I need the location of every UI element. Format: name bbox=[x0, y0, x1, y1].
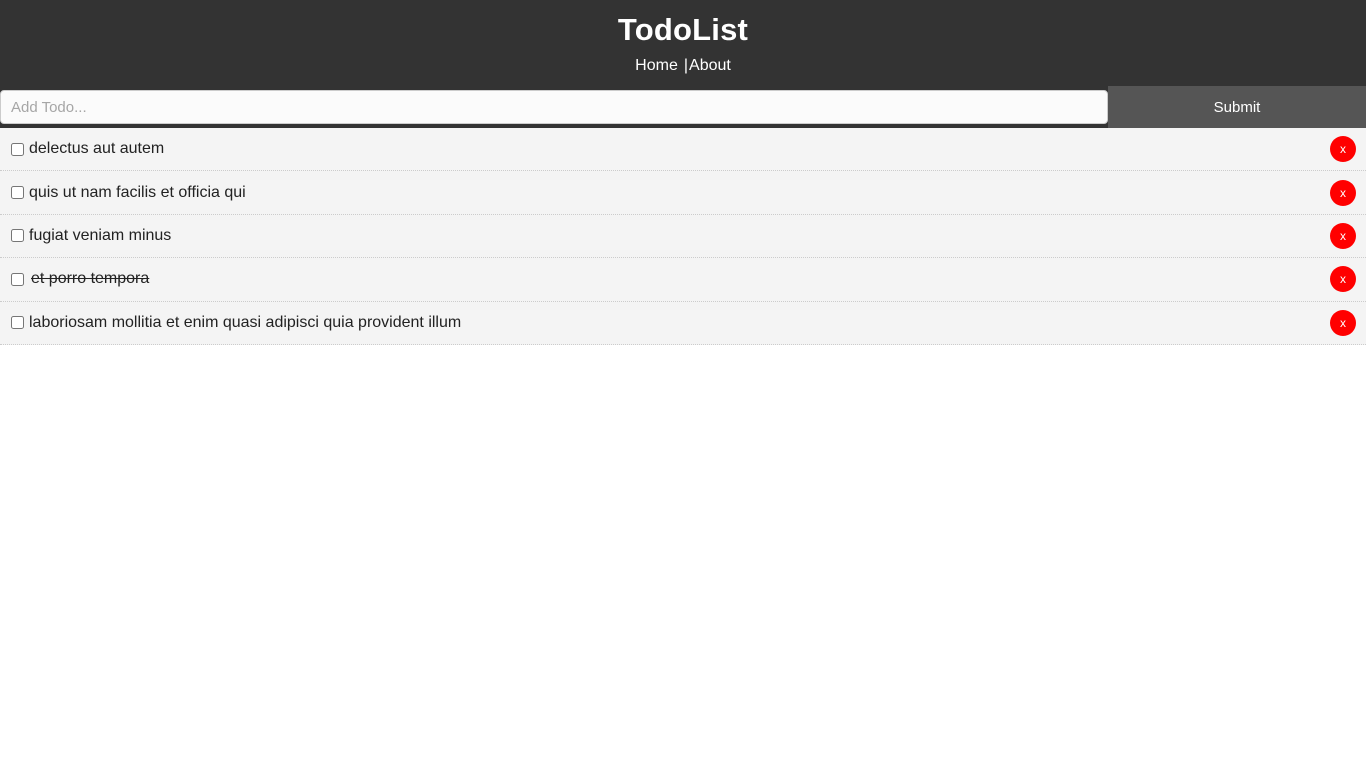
todo-text-label: et porro tempora bbox=[31, 270, 150, 288]
todo-text: fugiat veniam minus bbox=[29, 226, 172, 244]
delete-todo-button[interactable]: x bbox=[1330, 266, 1356, 293]
todo-item: et porro tempora x bbox=[0, 258, 1366, 302]
todo-text: quis ut nam facilis et officia qui bbox=[29, 183, 246, 201]
delete-todo-button[interactable]: x bbox=[1330, 136, 1356, 163]
add-todo-form: Submit bbox=[0, 86, 1366, 128]
todo-checkbox[interactable] bbox=[11, 316, 24, 330]
todo-item: laboriosam mollitia et enim quasi adipis… bbox=[0, 301, 1366, 345]
delete-todo-button[interactable]: x bbox=[1330, 179, 1356, 206]
todo-text-strikethrough: et porro tempora bbox=[24, 269, 149, 289]
delete-todo-button[interactable]: x bbox=[1330, 222, 1356, 249]
add-todo-input[interactable] bbox=[0, 90, 1108, 124]
main-nav: Home |About bbox=[0, 56, 1366, 76]
nav-separator: | bbox=[683, 57, 689, 74]
todo-text: laboriosam mollitia et enim quasi adipis… bbox=[29, 313, 462, 331]
todo-text: et porro tempora bbox=[24, 269, 149, 289]
todo-checkbox[interactable] bbox=[11, 229, 24, 243]
todo-checkbox[interactable] bbox=[11, 186, 24, 200]
app-header: TodoList Home |About bbox=[0, 0, 1366, 86]
nav-link-about[interactable]: About bbox=[689, 57, 731, 74]
nav-link-home[interactable]: Home bbox=[635, 57, 678, 74]
todo-item: delectus aut autem x bbox=[0, 128, 1366, 172]
todo-text: delectus aut autem bbox=[29, 140, 165, 158]
todo-list: delectus aut autem x quis ut nam facilis e… bbox=[0, 128, 1366, 345]
todo-item: fugiat veniam minus x bbox=[0, 214, 1366, 259]
todo-checkbox[interactable] bbox=[11, 272, 24, 286]
page-title: TodoList bbox=[617, 12, 749, 47]
todo-item: quis ut nam facilis et officia qui x bbox=[0, 171, 1366, 215]
todo-checkbox[interactable] bbox=[11, 142, 24, 156]
delete-todo-button[interactable]: x bbox=[1330, 309, 1356, 336]
submit-button[interactable]: Submit bbox=[1108, 86, 1366, 128]
